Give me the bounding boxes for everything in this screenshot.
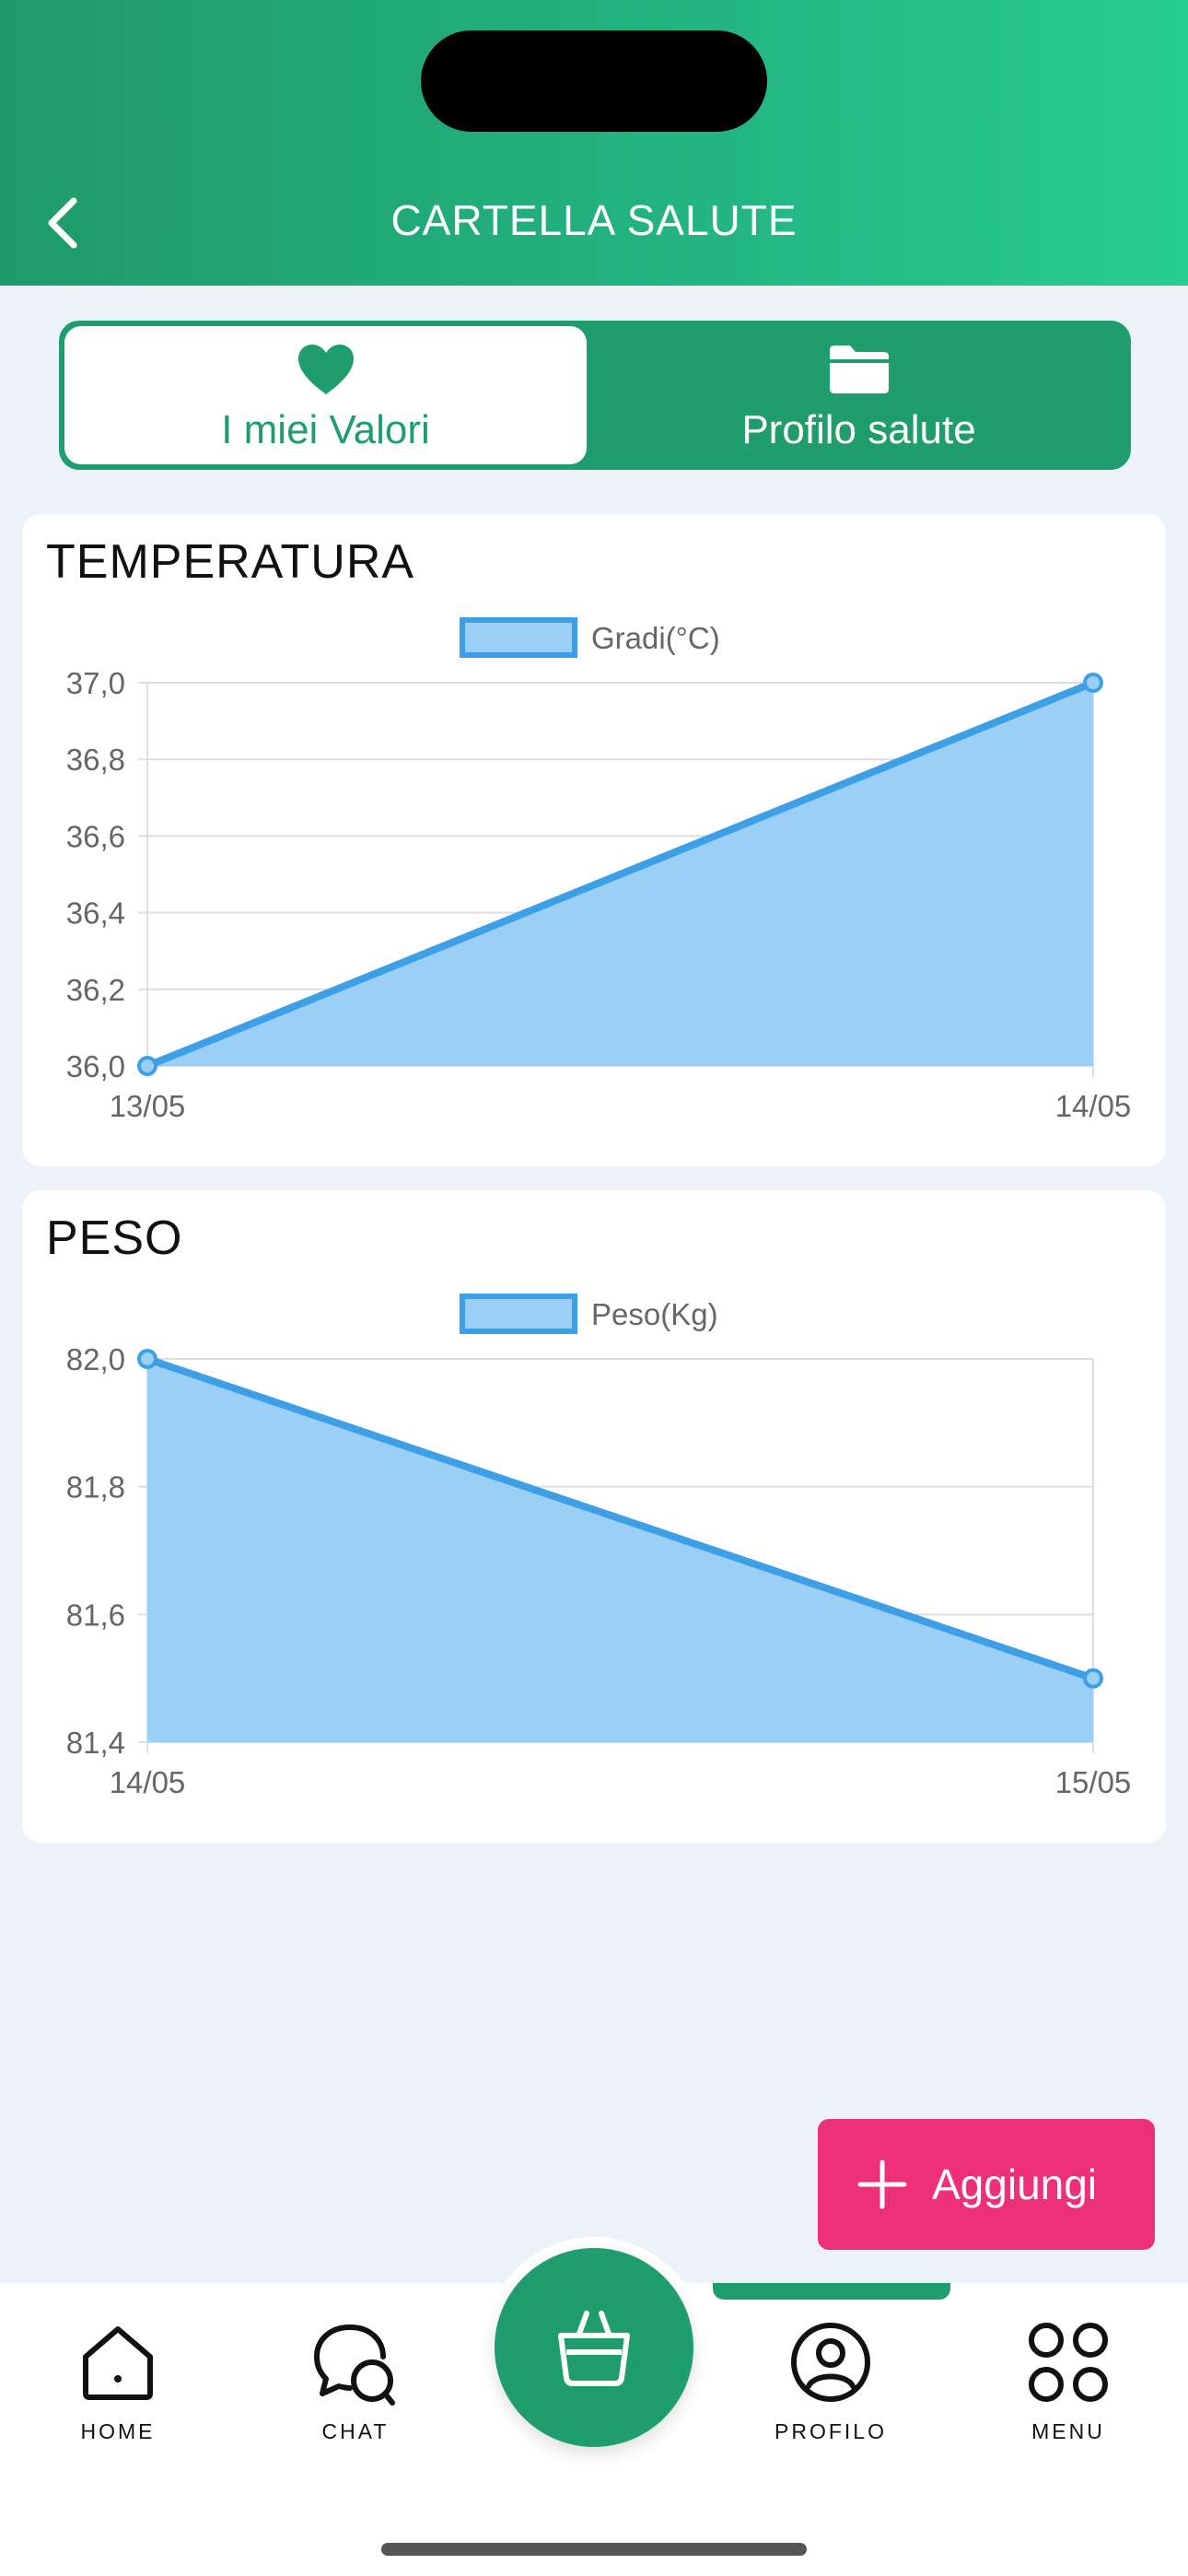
data-point: [1083, 1668, 1103, 1689]
nav-label: MENU: [1031, 2419, 1105, 2443]
tab-segment-control: I miei Valori Profilo salute: [59, 321, 1131, 470]
heart-icon: [297, 345, 354, 394]
temperature-card: TEMPERATURA Gradi(°C) 36,0 36,2 36,4 36,6 36,…: [22, 514, 1166, 1166]
y-tick-label: 36,6: [66, 819, 125, 853]
y-tick-label: 37,0: [66, 666, 125, 700]
legend-label: Gradi(°C): [591, 621, 720, 655]
x-tick-label: 14/05: [1055, 1089, 1132, 1123]
folder-icon: [829, 345, 889, 393]
x-tick-label: 15/05: [1055, 1765, 1132, 1799]
user-circle-icon: [791, 2323, 870, 2402]
shopping-bag-icon: [558, 2311, 630, 2386]
x-tick-label: 13/05: [110, 1089, 186, 1123]
temperature-chart: Gradi(°C) 36,0 36,2 36,4 36,6 36,8 37,0 13/05 14…: [66, 617, 1132, 1123]
x-tick-label: 14/05: [110, 1765, 186, 1799]
legend-swatch: [460, 1294, 577, 1334]
shop-button[interactable]: [495, 2248, 693, 2447]
tab-my-values-label: I miei Valori: [221, 407, 430, 452]
nav-label: HOME: [80, 2419, 156, 2443]
tab-my-values[interactable]: I miei Valori: [64, 326, 587, 464]
nav-label: PROFILO: [775, 2419, 887, 2443]
y-tick-label: 36,2: [66, 973, 125, 1007]
y-tick-label: 36,4: [66, 896, 125, 931]
nav-item-profile[interactable]: PROFILO: [739, 2320, 923, 2458]
active-nav-indicator: [713, 2283, 950, 2300]
y-tick-label: 81,8: [66, 1470, 125, 1505]
nav-item-menu[interactable]: MENU: [976, 2320, 1160, 2458]
data-point: [137, 1349, 157, 1369]
weight-chart: Peso(Kg) 81,4 81,6 81,8 82,0 14/05 15/05: [66, 1294, 1132, 1799]
nav-item-home[interactable]: HOME: [26, 2320, 210, 2458]
tab-health-profile[interactable]: Profilo salute: [592, 326, 1125, 464]
nav-item-chat[interactable]: CHAT: [263, 2320, 448, 2458]
legend-swatch: [460, 617, 577, 658]
weight-card: PESO Peso(Kg) 81,4 81,6 81,8 82,0 14/05 15/05: [22, 1190, 1166, 1843]
area-fill: [147, 1359, 1093, 1742]
y-tick-label: 81,4: [66, 1726, 125, 1760]
add-button[interactable]: Aggiungi: [818, 2119, 1155, 2250]
legend-label: Peso(Kg): [591, 1297, 718, 1331]
dynamic-island: [421, 30, 767, 132]
app-header: CARTELLA SALUTE: [0, 0, 1188, 286]
chat-icon: [314, 2324, 395, 2406]
y-tick-label: 82,0: [66, 1342, 125, 1376]
add-button-label: Aggiungi: [932, 2160, 1098, 2208]
y-tick-label: 36,0: [66, 1049, 125, 1083]
home-icon: [83, 2326, 153, 2400]
plus-icon: [857, 2160, 907, 2209]
data-point: [137, 1056, 157, 1076]
tab-health-profile-label: Profilo salute: [741, 407, 976, 452]
data-point: [1083, 673, 1103, 693]
y-tick-label: 36,8: [66, 743, 125, 777]
nav-label: CHAT: [321, 2419, 390, 2443]
home-indicator: [381, 2543, 807, 2556]
y-tick-label: 81,6: [66, 1598, 125, 1632]
grid-icon: [1029, 2323, 1108, 2402]
page-title: CARTELLA SALUTE: [390, 196, 798, 244]
